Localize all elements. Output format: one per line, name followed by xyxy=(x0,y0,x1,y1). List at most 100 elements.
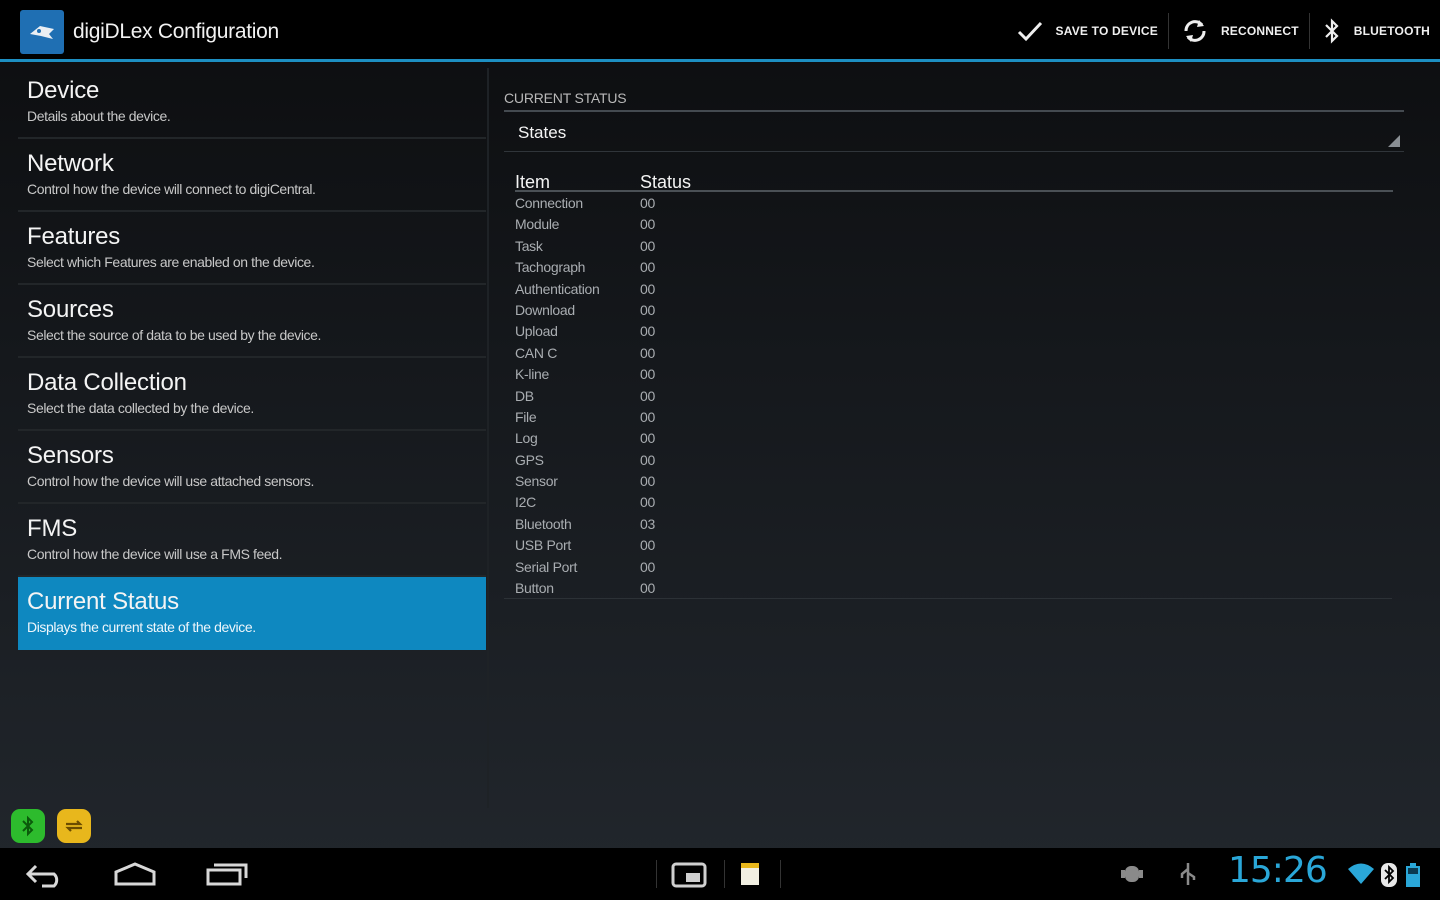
table-row: Download 00 xyxy=(515,299,1393,320)
notes-button[interactable] xyxy=(738,860,762,888)
refresh-icon xyxy=(1181,17,1209,45)
cell-status: 00 xyxy=(640,451,655,468)
battery-icon xyxy=(1404,862,1422,888)
table-bottom-divider xyxy=(504,598,1392,600)
cell-status: 00 xyxy=(640,537,655,554)
settings-list: Device Details about the device. Network… xyxy=(18,66,486,650)
table-row: Module 00 xyxy=(515,213,1393,234)
notification-icons xyxy=(11,809,91,843)
table-row: Tachograph 00 xyxy=(515,256,1393,277)
list-item-data-collection[interactable]: Data Collection Select the data collecte… xyxy=(18,358,486,431)
cell-status: 00 xyxy=(640,387,655,404)
screenshot-button[interactable] xyxy=(670,860,708,888)
list-item-subtitle: Control how the device will use attached… xyxy=(27,473,315,489)
cell-status: 00 xyxy=(640,494,655,511)
reconnect-button[interactable]: RECONNECT xyxy=(1169,0,1309,62)
cell-item: Task xyxy=(515,237,543,254)
cell-item: K-line xyxy=(515,366,549,383)
action-buttons: SAVE TO DEVICE RECONNECT BLUETOOTH xyxy=(1004,0,1440,62)
cell-status: 00 xyxy=(640,216,655,233)
home-button[interactable] xyxy=(112,860,158,888)
status-clock: 15:26 xyxy=(1228,850,1328,891)
cell-status: 00 xyxy=(640,237,655,254)
cell-item: Upload xyxy=(515,323,558,340)
table-row: DB 00 xyxy=(515,385,1393,406)
table-row: Connection 00 xyxy=(515,192,1393,213)
cell-item: CAN C xyxy=(515,344,558,361)
list-item-subtitle: Displays the current state of the device… xyxy=(27,619,256,635)
cell-item: Button xyxy=(515,580,554,597)
table-row: File 00 xyxy=(515,406,1393,427)
bluetooth-status-icon xyxy=(1380,862,1398,888)
list-item-title: Device xyxy=(27,77,100,104)
states-dropdown[interactable]: States xyxy=(504,112,1404,152)
wifi-icon xyxy=(1346,862,1376,886)
cell-item: Download xyxy=(515,301,575,318)
list-item-network[interactable]: Network Control how the device will conn… xyxy=(18,139,486,212)
screenshot-icon xyxy=(671,862,707,888)
dropdown-arrow-icon xyxy=(1388,135,1400,147)
list-item-sources[interactable]: Sources Select the source of data to be … xyxy=(18,285,486,358)
bluetooth-label: BLUETOOTH xyxy=(1353,24,1430,38)
table-row: GPS 00 xyxy=(515,449,1393,470)
app-title: digiDLex Configuration xyxy=(73,20,279,43)
cell-item: Module xyxy=(515,216,560,233)
table-body: Connection 00 Module 00 Task 00 Tachograph 00 Au… xyxy=(515,192,1393,598)
bluetooth-button[interactable]: BLUETOOTH xyxy=(1310,0,1440,62)
cell-status: 00 xyxy=(640,195,655,211)
recent-apps-button[interactable] xyxy=(204,860,250,888)
list-item-subtitle: Details about the device. xyxy=(27,108,171,124)
home-icon xyxy=(114,862,156,886)
reconnect-label: RECONNECT xyxy=(1220,24,1299,38)
cell-status: 00 xyxy=(640,344,655,361)
list-item-device[interactable]: Device Details about the device. xyxy=(18,66,486,139)
column-header-item: Item xyxy=(515,172,551,192)
list-item-current-status[interactable]: Current Status Displays the current stat… xyxy=(18,577,486,650)
table-row: USB Port 00 xyxy=(515,534,1393,555)
cell-status: 00 xyxy=(640,280,655,297)
cell-item: Serial Port xyxy=(515,558,578,575)
cell-status: 00 xyxy=(640,366,655,383)
action-bar: digiDLex Configuration SAVE TO DEVICE RE… xyxy=(0,0,1440,62)
checkmark-icon xyxy=(1016,19,1044,43)
cell-item: Tachograph xyxy=(515,259,586,276)
cell-item: File xyxy=(515,408,537,425)
list-item-subtitle: Select the data collected by the device. xyxy=(27,400,254,416)
cell-item: USB Port xyxy=(515,537,571,554)
table-row: I2C 00 xyxy=(515,491,1393,512)
bluetooth-icon xyxy=(1322,17,1342,45)
list-item-sensors[interactable]: Sensors Control how the device will use … xyxy=(18,431,486,504)
usb-debug-icon xyxy=(1118,860,1146,888)
table-row: Serial Port 00 xyxy=(515,556,1393,577)
pane-divider xyxy=(487,68,489,808)
list-item-fms[interactable]: FMS Control how the device will use a FM… xyxy=(18,504,486,577)
app-logo-icon[interactable] xyxy=(20,10,64,54)
cell-status: 00 xyxy=(640,580,655,597)
sync-notification-icon[interactable] xyxy=(57,809,91,843)
cell-status: 00 xyxy=(640,301,655,318)
list-item-title: Sources xyxy=(27,296,114,323)
table-row: CAN C 00 xyxy=(515,342,1393,363)
cell-item: Bluetooth xyxy=(515,515,572,532)
bluetooth-notification-icon[interactable] xyxy=(11,809,45,843)
save-to-device-button[interactable]: SAVE TO DEVICE xyxy=(1004,0,1168,62)
cell-item: Log xyxy=(515,430,538,447)
list-item-subtitle: Select which Features are enabled on the… xyxy=(27,254,315,270)
table-row: K-line 00 xyxy=(515,363,1393,384)
table-row: Sensor 00 xyxy=(515,470,1393,491)
back-icon xyxy=(25,864,59,888)
table-row: Upload 00 xyxy=(515,320,1393,341)
list-item-features[interactable]: Features Select which Features are enabl… xyxy=(18,212,486,285)
list-item-title: Sensors xyxy=(27,442,114,469)
notes-icon xyxy=(741,863,759,885)
back-button[interactable] xyxy=(24,860,68,888)
table-row: Log 00 xyxy=(515,427,1393,448)
cell-item: DB xyxy=(515,387,534,404)
usb-icon xyxy=(1174,860,1202,888)
recent-apps-icon xyxy=(206,863,248,886)
bar-divider xyxy=(656,860,657,888)
bar-divider xyxy=(724,860,725,888)
cell-item: Connection xyxy=(515,195,583,211)
table-header: Item Status xyxy=(515,172,1393,192)
list-item-title: Data Collection xyxy=(27,369,187,396)
